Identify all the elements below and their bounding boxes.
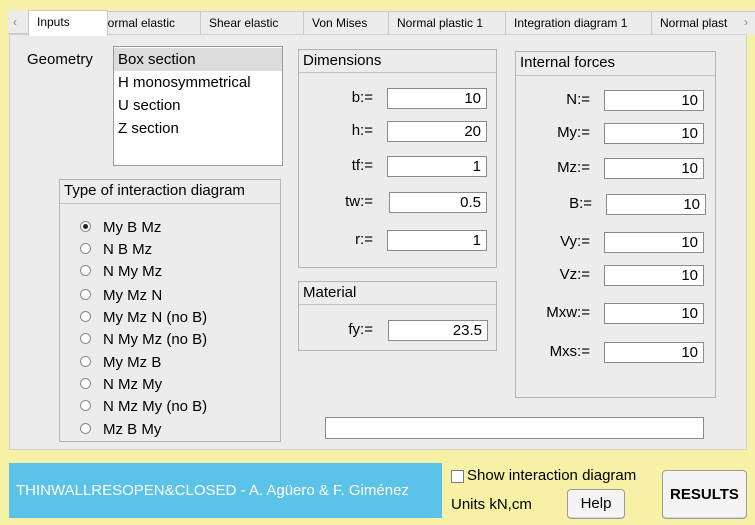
radio-icon[interactable] xyxy=(80,377,91,389)
radio-icon[interactable] xyxy=(80,355,91,367)
tab-normal-plastic-1[interactable]: Normal plastic 1 xyxy=(388,11,523,35)
radio-icon[interactable] xyxy=(80,332,91,344)
geometry-option-u-section[interactable]: U section xyxy=(114,94,282,117)
material-group: Material fy:= xyxy=(298,281,497,351)
radio-my-mz-n-no-b[interactable]: My Mz N (no B) xyxy=(80,308,207,328)
radio-selected-icon[interactable] xyxy=(80,220,91,232)
tab-integration-diagram-1[interactable]: Integration diagram 1 xyxy=(505,11,669,35)
radio-n-b-mz[interactable]: N B Mz xyxy=(80,240,152,260)
b-force-label: B:= xyxy=(569,195,592,212)
b-label: b:= xyxy=(351,89,373,106)
tf-label: tf:= xyxy=(351,157,373,174)
geometry-option-box-section[interactable]: Box section xyxy=(114,48,282,71)
interaction-diagram-group: Type of interaction diagram My B Mz N B … xyxy=(59,179,281,442)
radio-my-mz-n[interactable]: My Mz N xyxy=(80,286,162,306)
geometry-list[interactable]: Box section H monosymmetrical U section … xyxy=(113,46,283,166)
mz-label: Mz:= xyxy=(557,159,590,176)
tw-label: tw:= xyxy=(345,193,373,210)
vz-label: Vz:= xyxy=(559,266,590,283)
r-input[interactable] xyxy=(387,230,487,251)
my-input[interactable] xyxy=(604,123,704,144)
radio-mz-b-my[interactable]: Mz B My xyxy=(80,420,161,440)
units-label: Units kN,cm xyxy=(451,496,532,513)
my-label: My:= xyxy=(557,124,590,141)
radio-icon[interactable] xyxy=(80,399,91,411)
tab-bar: ‹ Inputs Normal elastic Shear elastic Vo… xyxy=(8,10,755,36)
mxs-label: Mxs:= xyxy=(549,343,590,360)
fy-label: fy:= xyxy=(348,321,373,338)
h-input[interactable] xyxy=(387,121,487,142)
vz-input[interactable] xyxy=(604,265,704,286)
tab-scroll-left-icon[interactable]: ‹ xyxy=(8,10,22,34)
radio-my-mz-b[interactable]: My Mz B xyxy=(80,353,161,373)
mxw-label: Mxw:= xyxy=(546,304,590,321)
mz-input[interactable] xyxy=(604,158,704,179)
radio-icon[interactable] xyxy=(80,264,91,276)
internal-forces-group: Internal forces N:= My:= Mz:= B:= Vy:= V… xyxy=(515,51,716,398)
mxw-input[interactable] xyxy=(604,303,704,324)
show-diagram-label[interactable]: Show interaction diagram xyxy=(467,467,636,484)
n-label: N:= xyxy=(566,91,590,108)
vy-input[interactable] xyxy=(604,232,704,253)
vy-label: Vy:= xyxy=(560,233,590,250)
dimensions-title: Dimensions xyxy=(303,52,382,69)
radio-icon[interactable] xyxy=(80,242,91,254)
tab-scroll-right-icon[interactable]: › xyxy=(739,10,753,34)
material-title: Material xyxy=(303,284,357,301)
help-button[interactable]: Help xyxy=(567,489,625,519)
radio-n-my-mz[interactable]: N My Mz xyxy=(80,262,162,282)
tab-inputs[interactable]: Inputs xyxy=(28,10,108,36)
radio-n-mz-my-no-b[interactable]: N Mz My (no B) xyxy=(80,397,207,417)
status-box xyxy=(325,417,704,439)
app-banner: THINWALLRESOPEN&CLOSED - A. Agüero & F. … xyxy=(9,463,442,518)
tf-input[interactable] xyxy=(387,156,487,177)
geometry-label: Geometry xyxy=(27,51,93,68)
radio-n-mz-my[interactable]: N Mz My xyxy=(80,375,162,395)
radio-icon[interactable] xyxy=(80,288,91,300)
r-label: r:= xyxy=(355,231,373,248)
show-diagram-checkbox[interactable] xyxy=(451,470,464,483)
b-input[interactable] xyxy=(387,88,487,109)
b-force-input[interactable] xyxy=(606,194,706,215)
interaction-diagram-title: Type of interaction diagram xyxy=(64,182,245,199)
radio-my-b-mz[interactable]: My B Mz xyxy=(80,218,161,238)
results-button[interactable]: RESULTS xyxy=(662,470,747,519)
mxs-input[interactable] xyxy=(604,342,704,363)
radio-icon[interactable] xyxy=(80,422,91,434)
geometry-option-h-monosymmetrical[interactable]: H monosymmetrical xyxy=(114,71,282,94)
h-label: h:= xyxy=(351,122,373,139)
tw-input[interactable] xyxy=(389,192,487,213)
radio-n-my-mz-no-b[interactable]: N My Mz (no B) xyxy=(80,330,207,350)
fy-input[interactable] xyxy=(388,320,488,341)
tab-normal-elastic[interactable]: Normal elastic xyxy=(90,11,218,35)
geometry-option-z-section[interactable]: Z section xyxy=(114,117,282,140)
radio-icon[interactable] xyxy=(80,310,91,322)
dimensions-group: Dimensions b:= h:= tf:= tw:= r:= xyxy=(298,49,497,268)
n-input[interactable] xyxy=(604,90,704,111)
internal-forces-title: Internal forces xyxy=(520,54,616,71)
